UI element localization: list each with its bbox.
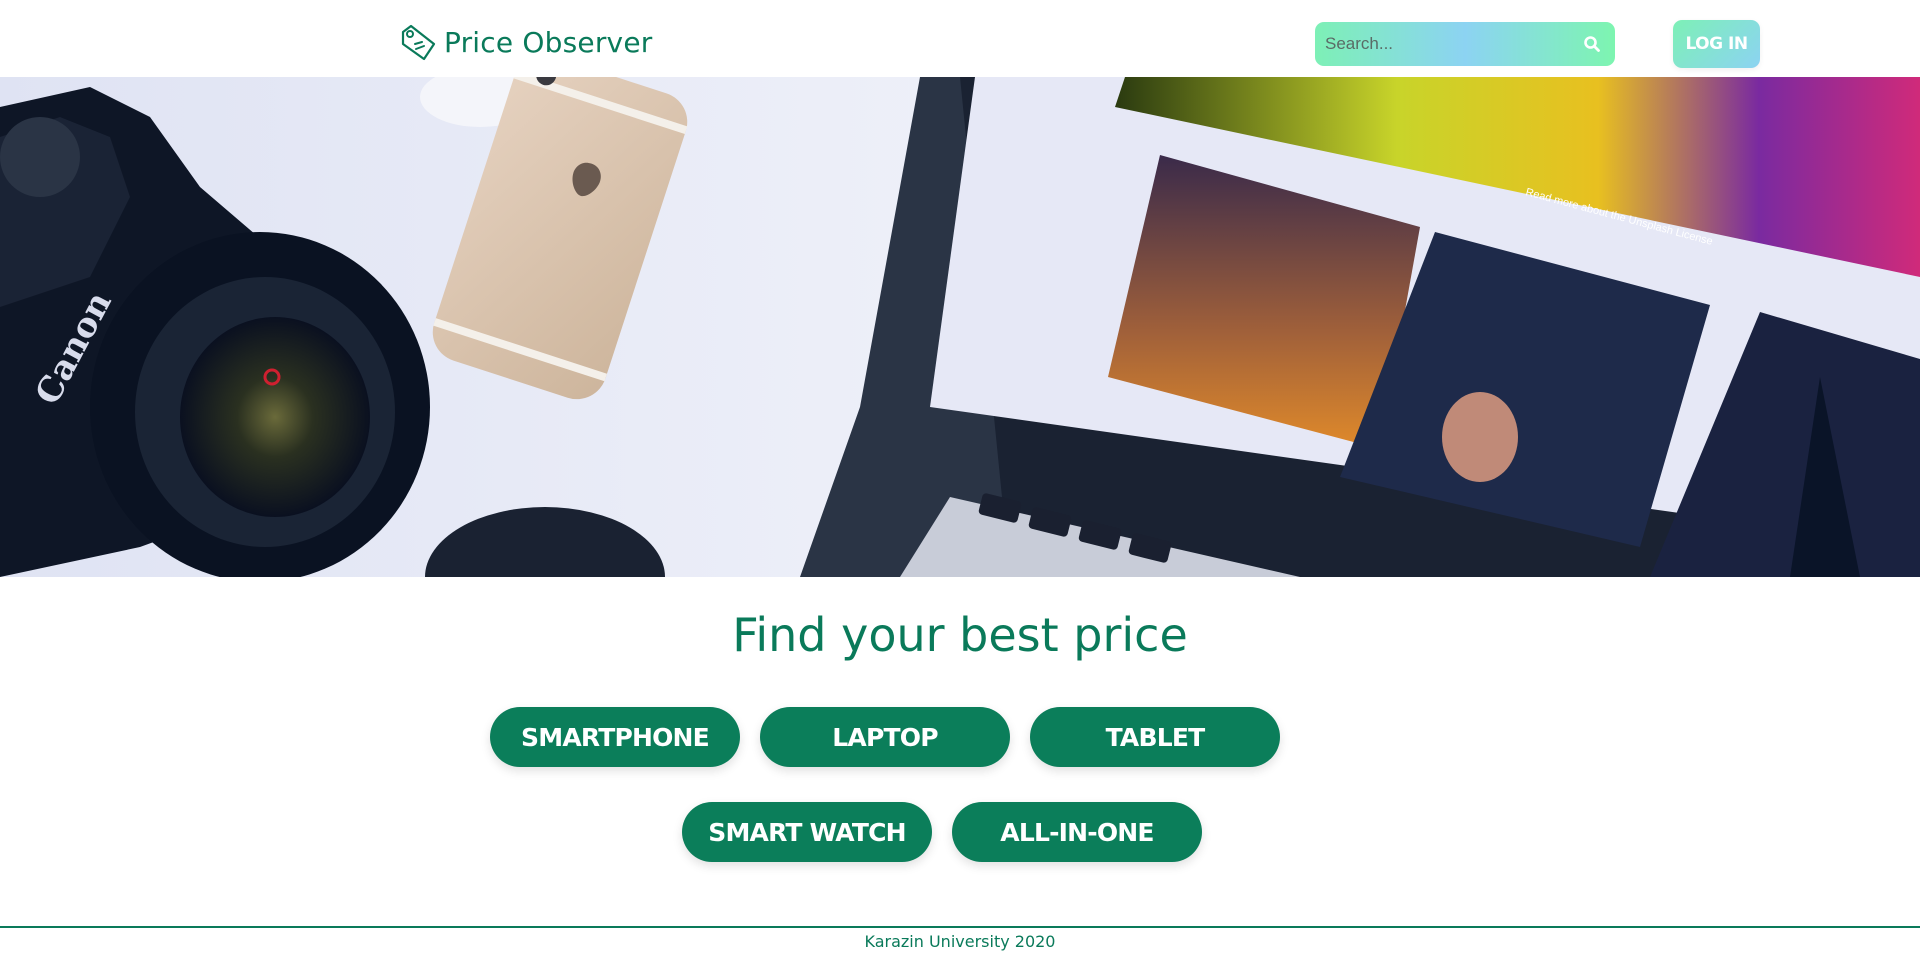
search-button[interactable] xyxy=(1569,22,1615,66)
price-tag-icon xyxy=(401,24,436,61)
search-input[interactable] xyxy=(1315,22,1569,66)
category-button-all-in-one[interactable]: ALL-IN-ONE xyxy=(952,802,1202,862)
login-button[interactable]: LOG IN xyxy=(1673,20,1760,68)
brand-name: Price Observer xyxy=(444,26,653,59)
page-headline: Find your best price xyxy=(732,608,1188,662)
site-header: Price Observer LOG IN xyxy=(0,0,1920,77)
search-bar xyxy=(1315,22,1615,66)
hero-photo: Read more about the Unsplash License Can… xyxy=(0,77,1920,577)
footer-text: Karazin University 2020 xyxy=(864,932,1056,951)
search-icon xyxy=(1584,36,1600,52)
category-button-tablet[interactable]: TABLET xyxy=(1030,707,1280,767)
category-button-smart-watch[interactable]: SMART WATCH xyxy=(682,802,932,862)
category-button-laptop[interactable]: LAPTOP xyxy=(760,707,1010,767)
brand-logo-link[interactable]: Price Observer xyxy=(398,22,652,64)
hero-banner: Read more about the Unsplash License Can… xyxy=(0,77,1920,577)
footer-divider xyxy=(0,926,1920,928)
category-button-smartphone[interactable]: SMARTPHONE xyxy=(490,707,740,767)
